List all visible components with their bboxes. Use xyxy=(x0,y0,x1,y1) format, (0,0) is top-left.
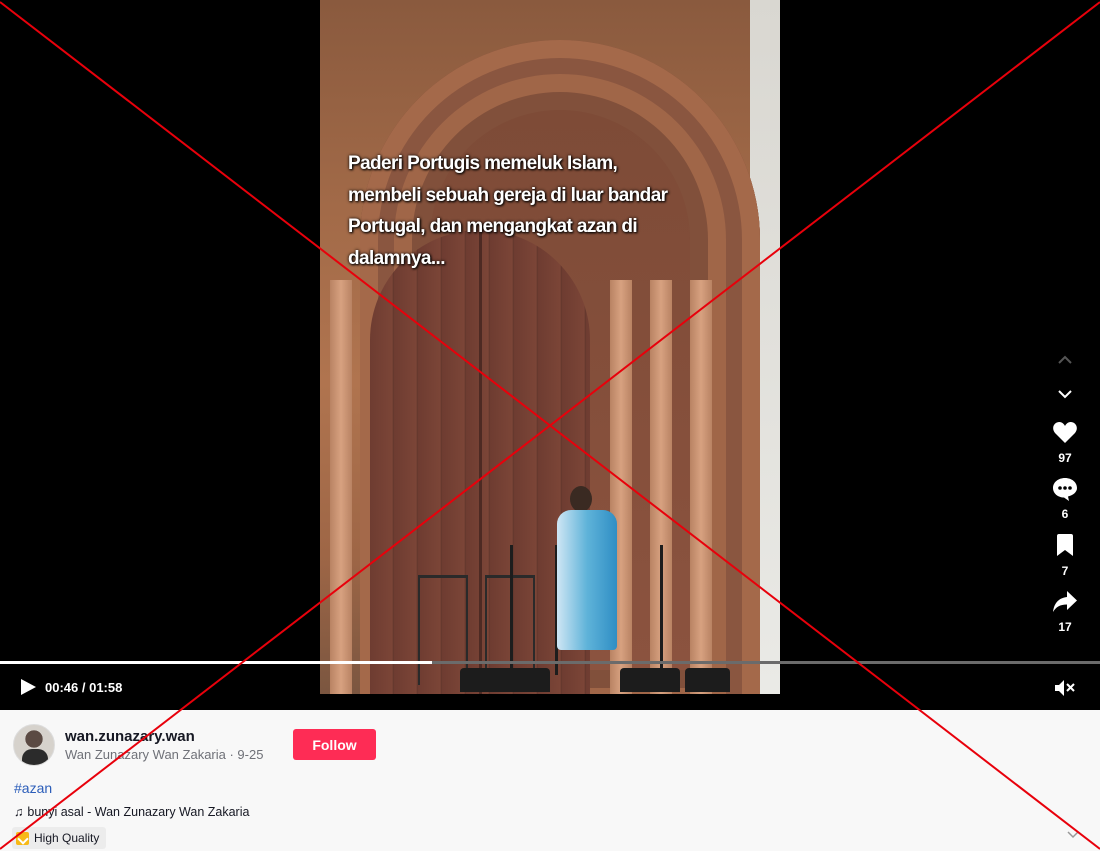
progress-bar[interactable] xyxy=(0,661,1100,664)
avatar[interactable] xyxy=(13,724,55,766)
chevron-up-icon[interactable] xyxy=(1057,352,1073,368)
share-count: 17 xyxy=(1058,620,1072,634)
music-note-icon: ♫ xyxy=(14,805,24,819)
video-caption: Paderi Portugis memeluk Islam, membeli s… xyxy=(348,148,688,274)
chevron-down-icon[interactable] xyxy=(1057,386,1073,402)
caption-line: dalamnya... xyxy=(348,247,445,269)
quality-label: High Quality xyxy=(34,831,100,845)
post-info: wan.zunazary.wan Wan Zunazary Wan Zakari… xyxy=(0,710,1100,851)
caption-line: membeli sebuah gereja di luar bandar xyxy=(348,184,668,206)
heart-icon xyxy=(1053,422,1077,443)
mic-stand xyxy=(660,545,663,675)
bookmark-button[interactable]: 7 xyxy=(1050,534,1080,578)
door-divider xyxy=(479,230,482,694)
caption-line: Paderi Portugis memeluk Islam, xyxy=(348,153,618,174)
quality-icon xyxy=(16,831,29,845)
comment-button[interactable]: 6 xyxy=(1050,477,1080,521)
caption-line: Portugal, dan mengangkat azan di xyxy=(348,216,638,237)
performer-head xyxy=(570,486,592,512)
author-subline: Wan Zunazary Wan Zakaria · 9-25 xyxy=(65,747,264,762)
video-frame[interactable] xyxy=(320,0,780,694)
progress-fill xyxy=(0,661,433,664)
stone-column xyxy=(330,280,352,694)
speaker xyxy=(685,668,730,692)
comment-count: 6 xyxy=(1061,507,1069,521)
music-title: bunyi asal - Wan Zunazary Wan Zakaria xyxy=(27,805,250,819)
speaker xyxy=(460,668,550,692)
follow-button[interactable]: Follow xyxy=(293,729,376,760)
comment-icon xyxy=(1053,478,1077,501)
like-count: 97 xyxy=(1058,451,1072,465)
hashtag-link[interactable]: #azan xyxy=(14,780,52,796)
mute-icon[interactable] xyxy=(1054,679,1076,697)
bookmark-count: 7 xyxy=(1061,564,1069,578)
speaker xyxy=(620,668,680,692)
like-button[interactable]: 97 xyxy=(1050,421,1080,465)
video-player[interactable]: Paderi Portugis memeluk Islam, membeli s… xyxy=(0,0,1100,710)
playback-time: 00:46 / 01:58 xyxy=(45,680,123,695)
bookmark-icon xyxy=(1057,534,1073,556)
username[interactable]: wan.zunazary.wan xyxy=(65,728,195,745)
play-icon[interactable] xyxy=(19,678,37,696)
quality-selector[interactable]: High Quality xyxy=(12,827,107,849)
performer xyxy=(557,510,617,650)
share-icon xyxy=(1053,591,1077,612)
share-button[interactable]: 17 xyxy=(1050,590,1080,634)
music-link[interactable]: ♫ bunyi asal - Wan Zunazary Wan Zakaria xyxy=(14,805,249,819)
chevron-down-icon[interactable] xyxy=(1066,827,1080,841)
mic-stand xyxy=(510,545,513,675)
stone-column xyxy=(690,280,712,694)
